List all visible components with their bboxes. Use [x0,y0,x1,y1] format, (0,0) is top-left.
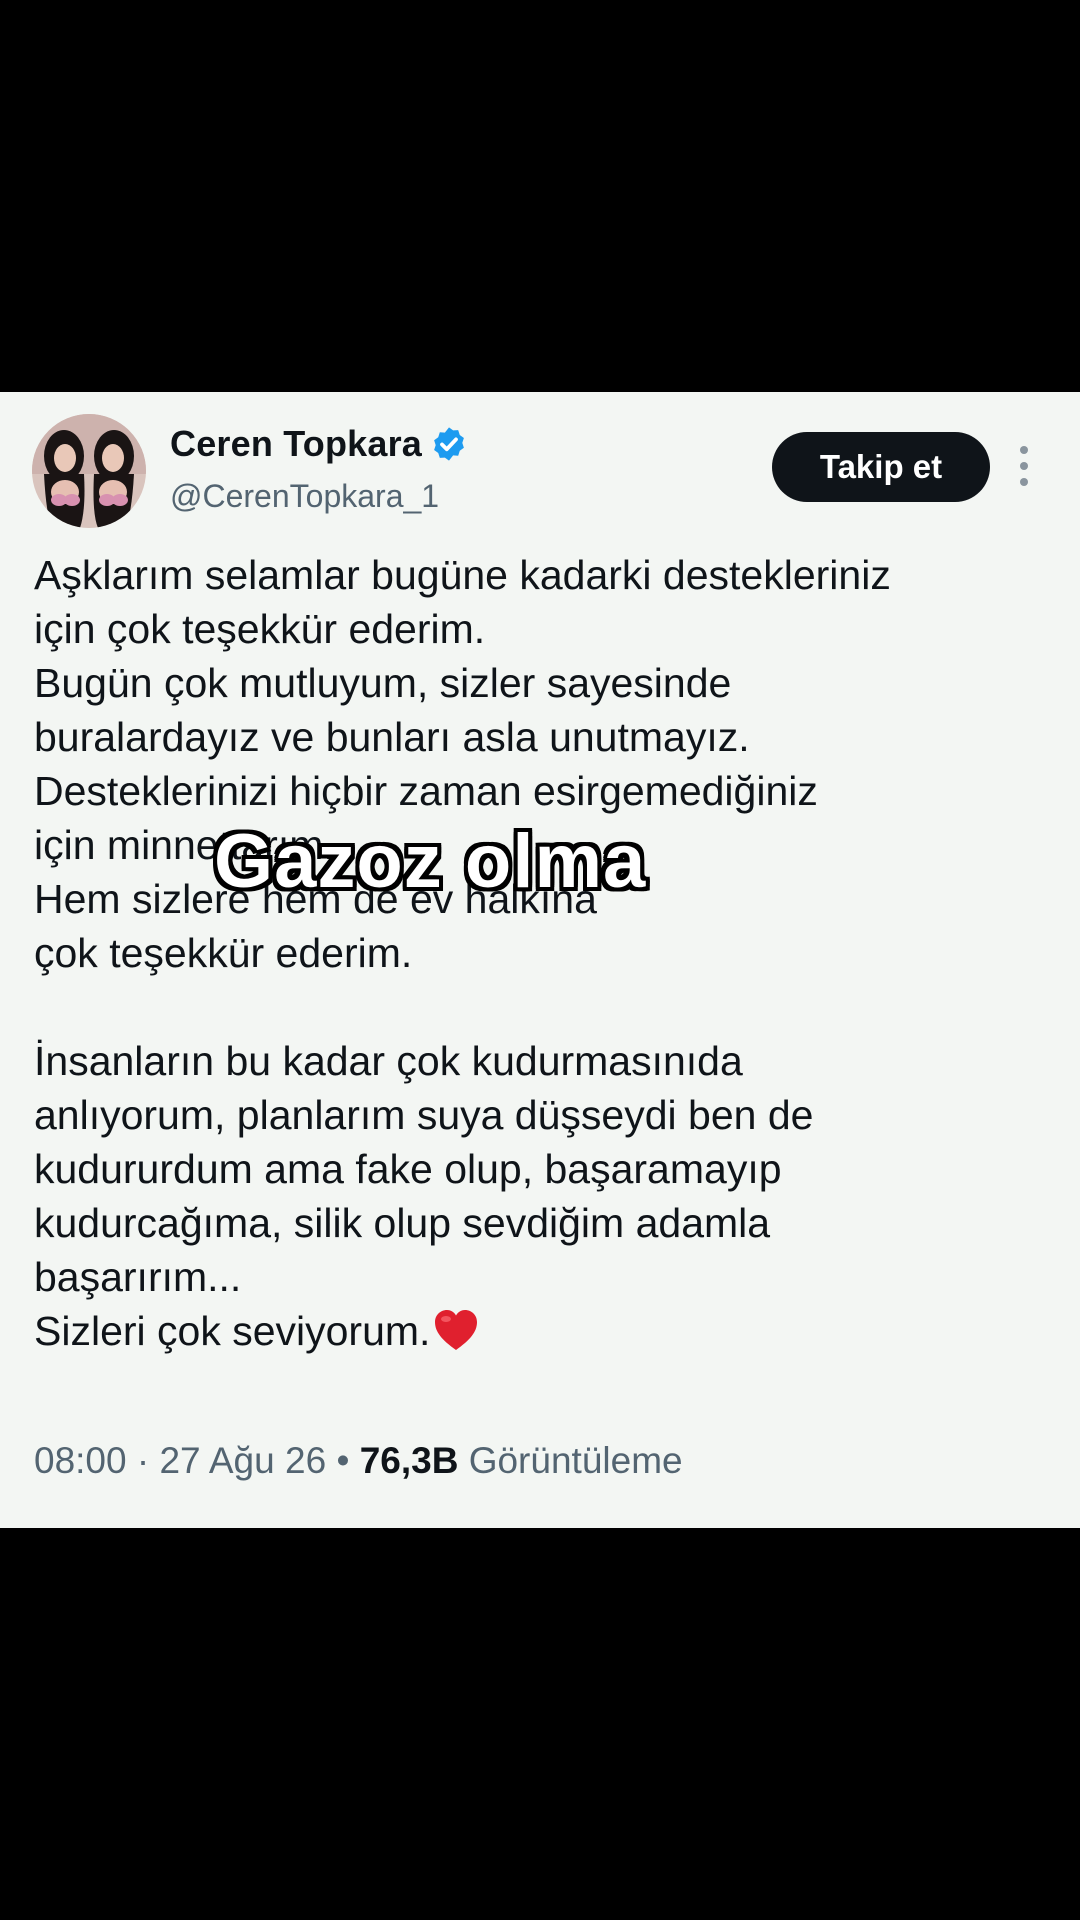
meta-bullet: • [336,1440,350,1481]
user-handle[interactable]: @CerenTopkara_1 [170,478,439,515]
tweet-card[interactable]: Ceren Topkara @CerenTopkara_1 Takip et A… [0,392,1080,1528]
tweet-text-line: İnsanların bu kadar çok kudurmasınıda [34,1038,743,1084]
tweet-text-line: anlıyorum, planlarım suya düşseydi ben d… [34,1092,814,1138]
meta-separator: · [136,1440,150,1481]
video-caption-overlay: Gazoz olma [214,819,647,904]
tweet-text-line: için çok teşekkür ederim. [34,606,486,652]
avatar[interactable] [32,414,146,528]
follow-button[interactable]: Takip et [772,432,990,502]
views-label: Görüntüleme [468,1440,683,1481]
tweet-text-line: Aşklarım selamlar bugüne kadarki destekl… [34,552,891,598]
display-name[interactable]: Ceren Topkara [170,423,422,465]
tweet-text-line: çok teşekkür ederim. [34,930,413,976]
tweet-date[interactable]: 27 Ağu 26 [159,1440,326,1481]
red-heart-icon [435,1310,478,1350]
display-name-row: Ceren Topkara [170,418,468,470]
tweet-text: Aşklarım selamlar bugüne kadarki destekl… [34,548,1054,1358]
tweet-text-line: kudururdum ama fake olup, başaramayıp [34,1146,782,1192]
verified-badge-icon [434,427,464,461]
tweet-text-line: kudurcağıma, silik olup sevdiğim adamla [34,1200,771,1246]
video-frame: Ceren Topkara @CerenTopkara_1 Takip et A… [0,0,1080,1920]
views-count: 76,3B [359,1440,459,1481]
tweet-text-line: Bugün çok mutluyum, sizler sayesinde [34,660,732,706]
tweet-meta: 08:00 · 27 Ağu 26 • 76,3B Görüntüleme [34,1440,683,1482]
tweet-text-line: buralardayız ve bunları asla unutmayız. [34,714,750,760]
more-vertical-icon[interactable] [1012,438,1036,494]
tweet-text-line: başarırım... [34,1254,242,1300]
tweet-text-last-line: Sizleri çok seviyorum. [34,1304,1054,1358]
tweet-text-line: Sizleri çok seviyorum. [34,1308,431,1354]
tweet-text-line: Desteklerinizi hiçbir zaman esirgemediği… [34,768,818,814]
tweet-time[interactable]: 08:00 [34,1440,127,1481]
